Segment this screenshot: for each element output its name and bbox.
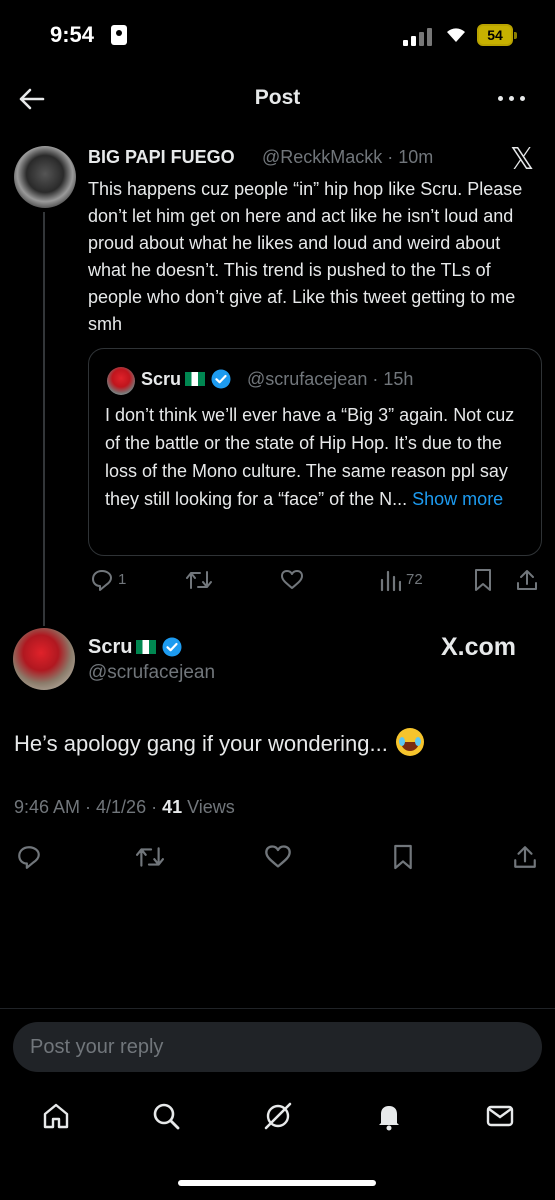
verified-badge-icon [162,637,182,657]
search-icon[interactable] [150,1100,182,1132]
views-label: Views [182,797,235,817]
verified-badge-icon [211,369,231,389]
bookmark-icon[interactable] [392,842,414,872]
author-name[interactable]: Scru [88,636,182,659]
nigeria-flag-icon [185,372,206,386]
reply-count: 1 [118,571,127,588]
quoted-tweet[interactable]: Scru @scrufacejean · 15h I don’t think w… [88,348,542,556]
notifications-icon[interactable] [373,1100,405,1132]
tweet-text: This happens cuz people “in” hip hop lik… [88,179,523,334]
battery-icon: 54 [477,24,517,46]
contact-card-icon [111,25,127,45]
share-icon[interactable] [515,566,539,594]
nigeria-flag-icon [136,640,157,654]
page-title: Post [254,86,301,109]
x-watermark: X.com [441,633,517,661]
views-count: 41 [162,797,183,817]
quoted-tweet-text: I don’t think we’ll ever have a “Big 3” … [105,401,529,513]
tweet-text: He’s apology gang if your wondering... [14,728,424,757]
repost-icon[interactable] [186,566,212,594]
show-more-link[interactable]: Show more [412,489,503,509]
messages-icon[interactable] [484,1100,516,1132]
avatar[interactable] [13,628,75,690]
grok-icon[interactable] [262,1100,294,1132]
like-icon[interactable] [264,842,292,872]
wifi-icon [447,28,465,42]
bookmark-icon[interactable] [473,566,493,594]
reply-icon[interactable] [90,566,114,594]
reply-icon[interactable] [16,842,42,872]
like-icon[interactable] [280,566,304,594]
author-name[interactable]: BIG PAPI FUEGO [88,147,235,168]
quoted-author-name-text: Scru [141,369,182,389]
views-count: 72 [406,571,423,588]
timestamp: 9:46 AM · 4/1/26 · [14,797,163,817]
author-name-text: Scru [88,636,133,658]
x-logo-icon: 𝕏 [510,142,535,177]
thread-line [43,212,45,626]
reply-placeholder: Post your reply [30,1036,164,1058]
home-indicator[interactable] [178,1180,376,1186]
author-handle-time: @ReckkMackk · 10m [262,147,434,167]
avatar[interactable] [14,146,76,208]
author-handle: @scrufacejean [88,662,216,683]
more-icon[interactable] [498,96,528,104]
share-icon[interactable] [512,842,538,872]
tweet-meta: 9:46 AM · 4/1/26 · 41 Views [14,797,235,818]
repost-icon[interactable] [136,842,164,872]
views-icon[interactable] [379,566,401,594]
tears-of-joy-emoji-icon [395,728,424,756]
tweet-body: He’s apology gang if your wondering... [14,731,388,756]
avatar [107,367,135,395]
home-icon[interactable] [40,1100,72,1132]
quoted-author-name: Scru [141,369,231,390]
status-time: 9:54 [50,22,95,47]
cell-signal-icon [403,28,433,46]
quoted-author-handle-time: @scrufacejean · 15h [247,369,414,389]
divider [0,1008,555,1009]
